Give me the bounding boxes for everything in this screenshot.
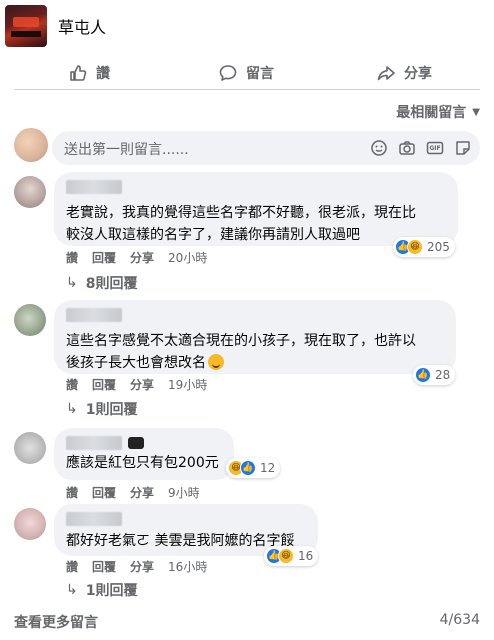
reply-arrow-icon: ↳ [66,275,78,291]
reaction-summary[interactable]: 👍 28 [413,365,456,385]
reaction-count: 16 [298,549,314,563]
haha-reaction-icon: 😆 [278,548,294,564]
comment-like-button[interactable]: 讚 [66,376,78,393]
commenter-name-blurred[interactable] [66,512,122,526]
compose-tools: GIF [370,139,472,157]
current-user-avatar [14,128,48,162]
comment-share-button[interactable]: 分享 [130,376,154,393]
commenter-name-blurred[interactable] [66,180,122,194]
comment-input-placeholder: 送出第一則留言...... [64,142,189,158]
comment-bubble: 這些名字感覺不太適合現在的小孩子，現在取了，也許以 後孩子長大也會想改名 [54,300,456,374]
camera-icon[interactable] [398,139,416,157]
view-replies-link[interactable]: ↳ 1則回覆 [66,580,137,600]
comment-pager: 4/634 [439,612,480,628]
page-avatar[interactable] [5,5,47,47]
top-fan-badge-icon [128,437,144,449]
emoji-icon[interactable] [370,139,388,157]
view-replies-link[interactable]: ↳ 8則回覆 [66,273,137,293]
haha-reaction-icon: 😆 [407,239,423,255]
comment-reply-button[interactable]: 回覆 [92,484,116,501]
comment-text: 這些名字感覺不太適合現在的小孩子，現在取了，也許以 後孩子長大也會想改名 [66,333,416,371]
grinning-emoji-icon [208,354,224,370]
post-action-bar: 讚 留言 分享 [14,58,480,90]
comment-actions: 讚 回覆 分享 20小時 [66,249,207,266]
comment-reply-button[interactable]: 回覆 [92,249,116,266]
like-reaction-icon: 👍 [415,367,431,383]
comment-share-button[interactable]: 分享 [130,558,154,575]
gif-icon[interactable]: GIF [426,139,444,157]
sticker-icon[interactable] [454,139,472,157]
comment-input[interactable]: 送出第一則留言...... GIF [52,131,480,165]
share-button[interactable]: 分享 [376,63,432,83]
comment-bubble: 老實說，我真的覺得這些名字都不好聽，很老派，現在比 較沒人取這樣的名字了，建議你… [54,172,458,246]
commenter-name-blurred[interactable] [66,436,122,450]
view-more-comments-link[interactable]: 查看更多留言 [14,612,98,632]
comment-bubble: 應該是紅包只有包200元 [54,428,234,480]
comment-like-button[interactable]: 讚 [66,249,78,266]
reaction-summary[interactable]: 👍 😆 205 [393,237,455,257]
chevron-down-icon: ▼ [472,106,480,118]
comment-timestamp[interactable]: 20小時 [168,249,207,266]
comment-button[interactable]: 留言 [218,63,274,83]
comment-actions: 讚 回覆 分享 9小時 [66,484,200,501]
commenter-name-blurred[interactable] [66,308,122,322]
replies-count: 1則回覆 [85,402,138,418]
post-header: 草屯人 [0,0,494,50]
comment-like-button[interactable]: 讚 [66,484,78,501]
comment-sort-dropdown[interactable]: 最相關留言 ▼ [396,102,480,122]
comment-text: 應該是紅包只有包200元 [66,455,219,471]
comment-actions: 讚 回覆 分享 16小時 [66,558,207,575]
comment-timestamp[interactable]: 16小時 [168,558,207,575]
share-label: 分享 [404,66,432,82]
share-icon [377,66,395,81]
like-button[interactable]: 讚 [68,63,110,83]
comment-timestamp[interactable]: 19小時 [168,376,207,393]
reaction-count: 12 [260,461,276,475]
reaction-count: 205 [427,240,450,254]
gif-label: GIF [429,144,441,152]
comment-actions: 讚 回覆 分享 19小時 [66,376,207,393]
page-name[interactable]: 草屯人 [58,14,106,38]
view-replies-link[interactable]: ↳ 1則回覆 [66,399,137,419]
comment-label: 留言 [246,66,274,82]
comment-share-button[interactable]: 分享 [130,484,154,501]
replies-count: 1則回覆 [85,583,138,599]
commenter-avatar[interactable] [14,176,46,208]
comment-reply-button[interactable]: 回覆 [92,558,116,575]
comment-icon [219,65,237,81]
comment-text: 老實說，我真的覺得這些名字都不好聽，很老派，現在比 較沒人取這樣的名字了，建議你… [66,205,416,243]
thumbs-up-icon [70,65,87,81]
reply-arrow-icon: ↳ [66,401,78,417]
reaction-summary[interactable]: 👍 😆 16 [264,546,319,566]
commenter-avatar[interactable] [14,508,46,540]
comment-share-button[interactable]: 分享 [130,249,154,266]
comment-reply-button[interactable]: 回覆 [92,376,116,393]
comment-like-button[interactable]: 讚 [66,558,78,575]
commenter-avatar[interactable] [14,432,46,464]
like-reaction-icon: 👍 [240,460,256,476]
like-label: 讚 [96,66,110,82]
sort-label: 最相關留言 [396,105,467,121]
reaction-summary[interactable]: 😆 👍 12 [226,458,281,478]
comment-timestamp[interactable]: 9小時 [168,484,200,501]
reply-arrow-icon: ↳ [66,582,78,598]
replies-count: 8則回覆 [85,276,138,292]
commenter-avatar[interactable] [14,304,46,336]
reaction-count: 28 [435,368,451,382]
